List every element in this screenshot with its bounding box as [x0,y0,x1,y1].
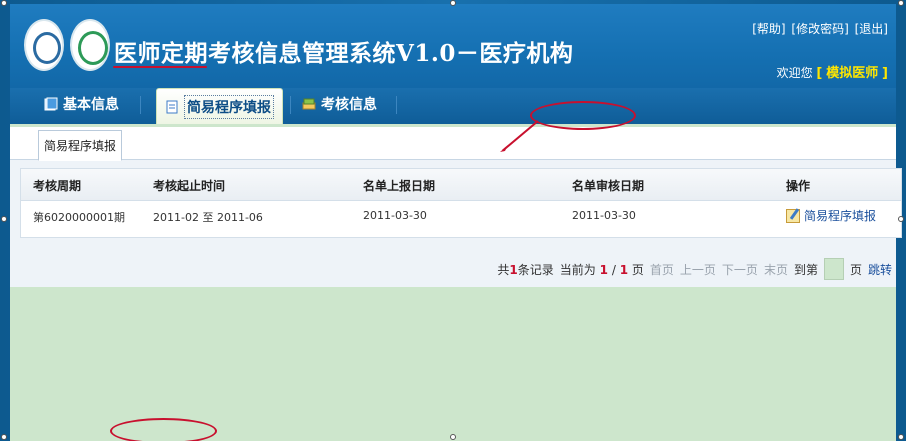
jump-button[interactable]: 跳转 [868,261,892,278]
page-number-input[interactable] [823,258,844,280]
username-bracket-open: [ [816,66,823,81]
selection-handle [1,434,7,440]
pager-current: 当前为 1 / 1 页 [560,261,644,278]
nav-item-label: 简易程序填报 [184,94,274,119]
top-links: [帮助] [修改密码] [退出] [750,20,888,37]
column-header-period: 考核周期 [33,179,82,193]
username: 模拟医师 [826,66,879,81]
title-annotation-underline [113,66,207,68]
medical-association-logo [70,19,110,71]
nav-item-basic-info[interactable]: 基本信息 [44,88,119,120]
nav-item-label: 基本信息 [63,97,119,113]
system-title: 医师定期考核信息管理系统V1.0－医疗机构 [114,40,574,67]
cell-report-date: 2011-03-30 [363,209,427,222]
username-bracket-close: ] [882,66,888,81]
edit-icon [786,208,800,223]
column-header-time-range: 考核起止时间 [153,179,226,193]
selection-handle [450,0,456,6]
nav-item-assessment-info[interactable]: 考核信息 [302,88,377,120]
first-page-link[interactable]: 首页 [650,261,674,278]
welcome-area: 欢迎您 [ 模拟医师 ] [777,62,888,81]
goto-suffix: 页 [849,262,862,277]
app-header: 医师定期考核信息管理系统V1.0－医疗机构 [帮助] [修改密码] [退出] 欢… [10,4,896,88]
books-icon [302,98,316,110]
goto-prefix: 到第 [793,262,818,277]
prev-page-link[interactable]: 上一页 [680,261,716,278]
annotation-ellipse [110,418,217,441]
pager-page-suffix: 页 [631,262,644,277]
column-header-action: 操作 [786,179,811,193]
document-icon [166,100,178,113]
pager-page-count: 1 [619,262,629,277]
logout-link[interactable]: [退出] [855,22,888,36]
selection-handle [450,434,456,440]
selection-handle [898,216,904,222]
annotation-arrowhead [500,145,508,152]
assessment-table: 考核周期 考核起止时间 名单上报日期 名单审核日期 操作 第6020000001… [20,168,902,238]
cell-period: 第6020000001期 [33,211,125,224]
action-label: 简易程序填报 [804,209,877,223]
nav-item-simple-procedure[interactable]: 简易程序填报 [156,88,283,124]
pager-total-count: 1 [509,262,518,277]
welcome-text: 欢迎您 [776,66,813,80]
next-page-link[interactable]: 下一页 [722,261,758,278]
pager-total-prefix: 共 [497,262,510,277]
help-link[interactable]: [帮助] [752,22,785,36]
main-nav: 基本信息 简易程序填报 考核信息 [10,88,896,124]
health-emblem-logo [24,19,64,71]
nav-item-label: 考核信息 [321,97,377,113]
pager-total: 共1条记录 [497,261,553,278]
selection-handle [898,434,904,440]
cell-time-range: 2011-02 至 2011-06 [153,211,263,224]
selection-handle [898,0,904,6]
last-page-link[interactable]: 末页 [764,261,788,278]
pager-current-prefix: 当前为 [559,262,596,277]
column-header-report-date: 名单上报日期 [363,179,436,193]
selection-handle [1,216,7,222]
nav-divider [290,96,291,114]
annotation-ellipse [530,101,636,130]
simple-procedure-fill-link[interactable]: 简易程序填报 [786,207,876,224]
sub-tab-strip [10,127,896,160]
tab-simple-procedure[interactable]: 简易程序填报 [38,130,122,161]
pager-total-suffix: 条记录 [517,262,554,277]
pager-current-page: 1 [599,262,608,277]
change-password-link[interactable]: [修改密码] [791,22,848,36]
nav-divider [396,96,397,114]
column-header-review-date: 名单审核日期 [572,179,645,193]
cell-review-date: 2011-03-30 [572,209,636,222]
selection-handle [1,0,7,6]
pager-slash: / [611,262,616,277]
book-icon [44,97,58,111]
nav-divider [140,96,141,114]
pagination: 共1条记录 当前为 1 / 1 页 首页 上一页 下一页 末页 到第 页 跳转 [497,258,892,280]
